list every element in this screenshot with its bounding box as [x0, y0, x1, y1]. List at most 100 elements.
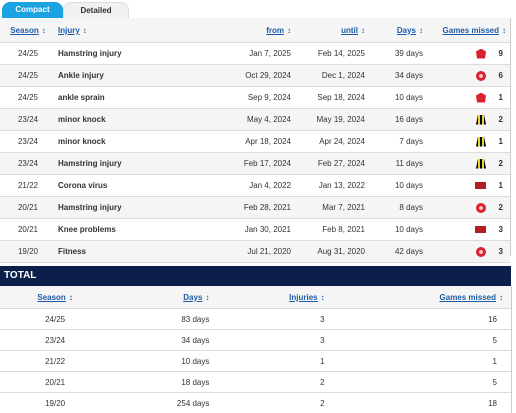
totals-row: 21/2210 days11 [0, 351, 511, 372]
totals-games-cell: 16 [326, 309, 511, 330]
injury-cell: Hamstring injury [56, 43, 206, 65]
days-cell: 10 days [366, 175, 424, 197]
totals-row: 24/2583 days316 [0, 309, 511, 330]
from-date-cell: Apr 18, 2024 [206, 131, 292, 153]
from-date-cell: Feb 17, 2024 [206, 153, 292, 175]
table-row: 21/22Corona virusJan 4, 2022Jan 13, 2022… [0, 175, 510, 197]
totals-days-cell: 83 days [110, 309, 210, 330]
sort-arrows-icon: ↕ [205, 293, 209, 302]
table-row: 19/20FitnessJul 21, 2020Aug 31, 202042 d… [0, 241, 510, 263]
totals-header-games-missed[interactable]: Games missed↕ [326, 286, 511, 309]
totals-injuries-cell: 3 [210, 309, 325, 330]
totals-injuries-cell: 3 [210, 330, 325, 351]
injury-cell: Fitness [56, 241, 206, 263]
totals-days-cell: 254 days [110, 393, 210, 413]
totals-games-cell: 18 [326, 393, 511, 413]
column-header-season[interactable]: Season↕ [0, 18, 56, 43]
totals-season-cell: 20/21 [0, 372, 110, 393]
totals-season-cell: 21/22 [0, 351, 110, 372]
days-cell: 11 days [366, 153, 424, 175]
from-date-cell: Feb 28, 2021 [206, 197, 292, 219]
totals-days-cell: 18 days [110, 372, 210, 393]
injury-history-panel: Season↕ Injury↕ from↕ until↕ Days↕ Games… [0, 18, 511, 256]
sort-arrows-icon: ↕ [419, 26, 423, 35]
club-badge-icon[interactable] [475, 226, 486, 233]
from-date-cell: Jul 21, 2020 [206, 241, 292, 263]
totals-panel: Season↕ Days↕ Injuries↕ Games missed↕ 24… [0, 286, 512, 413]
totals-header-injuries[interactable]: Injuries↕ [210, 286, 325, 309]
totals-games-cell: 1 [326, 351, 511, 372]
sort-arrows-icon: ↕ [69, 293, 73, 302]
totals-days-cell: 34 days [110, 330, 210, 351]
club-badge-icon[interactable] [476, 247, 486, 257]
table-row: 20/21Knee problemsJan 30, 2021Feb 8, 202… [0, 219, 510, 241]
club-badge-icon[interactable] [476, 159, 486, 169]
injury-cell: minor knock [56, 131, 206, 153]
table-row: 24/25Hamstring injuryJan 7, 2025Feb 14, … [0, 43, 510, 65]
sort-arrows-icon: ↕ [499, 293, 503, 302]
games-missed-value: 2 [493, 115, 503, 124]
games-missed-cell: 1 [424, 175, 510, 197]
games-missed-value: 1 [493, 181, 503, 190]
club-badge-icon[interactable] [476, 93, 486, 103]
season-cell: 23/24 [0, 109, 56, 131]
tab-detailed[interactable]: Detailed [63, 2, 129, 19]
games-missed-value: 9 [493, 49, 503, 58]
days-cell: 42 days [366, 241, 424, 263]
games-missed-cell: 6 [424, 65, 510, 87]
club-badge-icon[interactable] [475, 182, 486, 189]
days-cell: 39 days [366, 43, 424, 65]
injury-cell: Corona virus [56, 175, 206, 197]
from-date-cell: Jan 30, 2021 [206, 219, 292, 241]
days-cell: 16 days [366, 109, 424, 131]
days-cell: 10 days [366, 87, 424, 109]
injury-cell: Hamstring injury [56, 197, 206, 219]
games-missed-value: 3 [493, 247, 503, 256]
injury-table: Season↕ Injury↕ from↕ until↕ Days↕ Games… [0, 18, 510, 284]
sort-arrows-icon: ↕ [83, 26, 87, 35]
totals-table: Season↕ Days↕ Injuries↕ Games missed↕ 24… [0, 286, 511, 413]
club-badge-icon[interactable] [476, 71, 486, 81]
sort-arrows-icon: ↕ [287, 26, 291, 35]
totals-games-cell: 5 [326, 330, 511, 351]
days-cell: 34 days [366, 65, 424, 87]
games-missed-cell: 9 [424, 43, 510, 65]
column-header-from[interactable]: from↕ [206, 18, 292, 43]
club-badge-icon[interactable] [476, 49, 486, 59]
sort-arrows-icon: ↕ [361, 26, 365, 35]
totals-injuries-cell: 1 [210, 351, 325, 372]
totals-days-cell: 10 days [110, 351, 210, 372]
from-date-cell: Sep 9, 2024 [206, 87, 292, 109]
column-header-until[interactable]: until↕ [292, 18, 366, 43]
until-date-cell: May 19, 2024 [292, 109, 366, 131]
games-missed-value: 1 [493, 137, 503, 146]
column-header-games-missed[interactable]: Games missed↕ [424, 18, 510, 43]
club-badge-icon[interactable] [476, 115, 486, 125]
until-date-cell: Feb 27, 2024 [292, 153, 366, 175]
injury-cell: Hamstring injury [56, 153, 206, 175]
totals-header-season[interactable]: Season↕ [0, 286, 110, 309]
club-badge-icon[interactable] [476, 137, 486, 147]
season-cell: 20/21 [0, 219, 56, 241]
totals-season-cell: 24/25 [0, 309, 110, 330]
season-cell: 23/24 [0, 153, 56, 175]
games-missed-cell: 2 [424, 153, 510, 175]
injury-cell: ankle sprain [56, 87, 206, 109]
club-badge-icon[interactable] [476, 203, 486, 213]
from-date-cell: Jan 4, 2022 [206, 175, 292, 197]
season-cell: 24/25 [0, 87, 56, 109]
table-row: 20/21Hamstring injuryFeb 28, 2021Mar 7, … [0, 197, 510, 219]
totals-row: 23/2434 days35 [0, 330, 511, 351]
games-missed-value: 2 [493, 203, 503, 212]
column-header-days[interactable]: Days↕ [366, 18, 424, 43]
games-missed-cell: 2 [424, 197, 510, 219]
tab-compact[interactable]: Compact [2, 2, 63, 18]
until-date-cell: Feb 8, 2021 [292, 219, 366, 241]
table-row: 23/24minor knockApr 18, 2024Apr 24, 2024… [0, 131, 510, 153]
column-header-injury[interactable]: Injury↕ [56, 18, 206, 43]
until-date-cell: Aug 31, 2020 [292, 241, 366, 263]
games-missed-value: 3 [493, 225, 503, 234]
injury-cell: minor knock [56, 109, 206, 131]
totals-header-days[interactable]: Days↕ [110, 286, 210, 309]
games-missed-cell: 2 [424, 109, 510, 131]
